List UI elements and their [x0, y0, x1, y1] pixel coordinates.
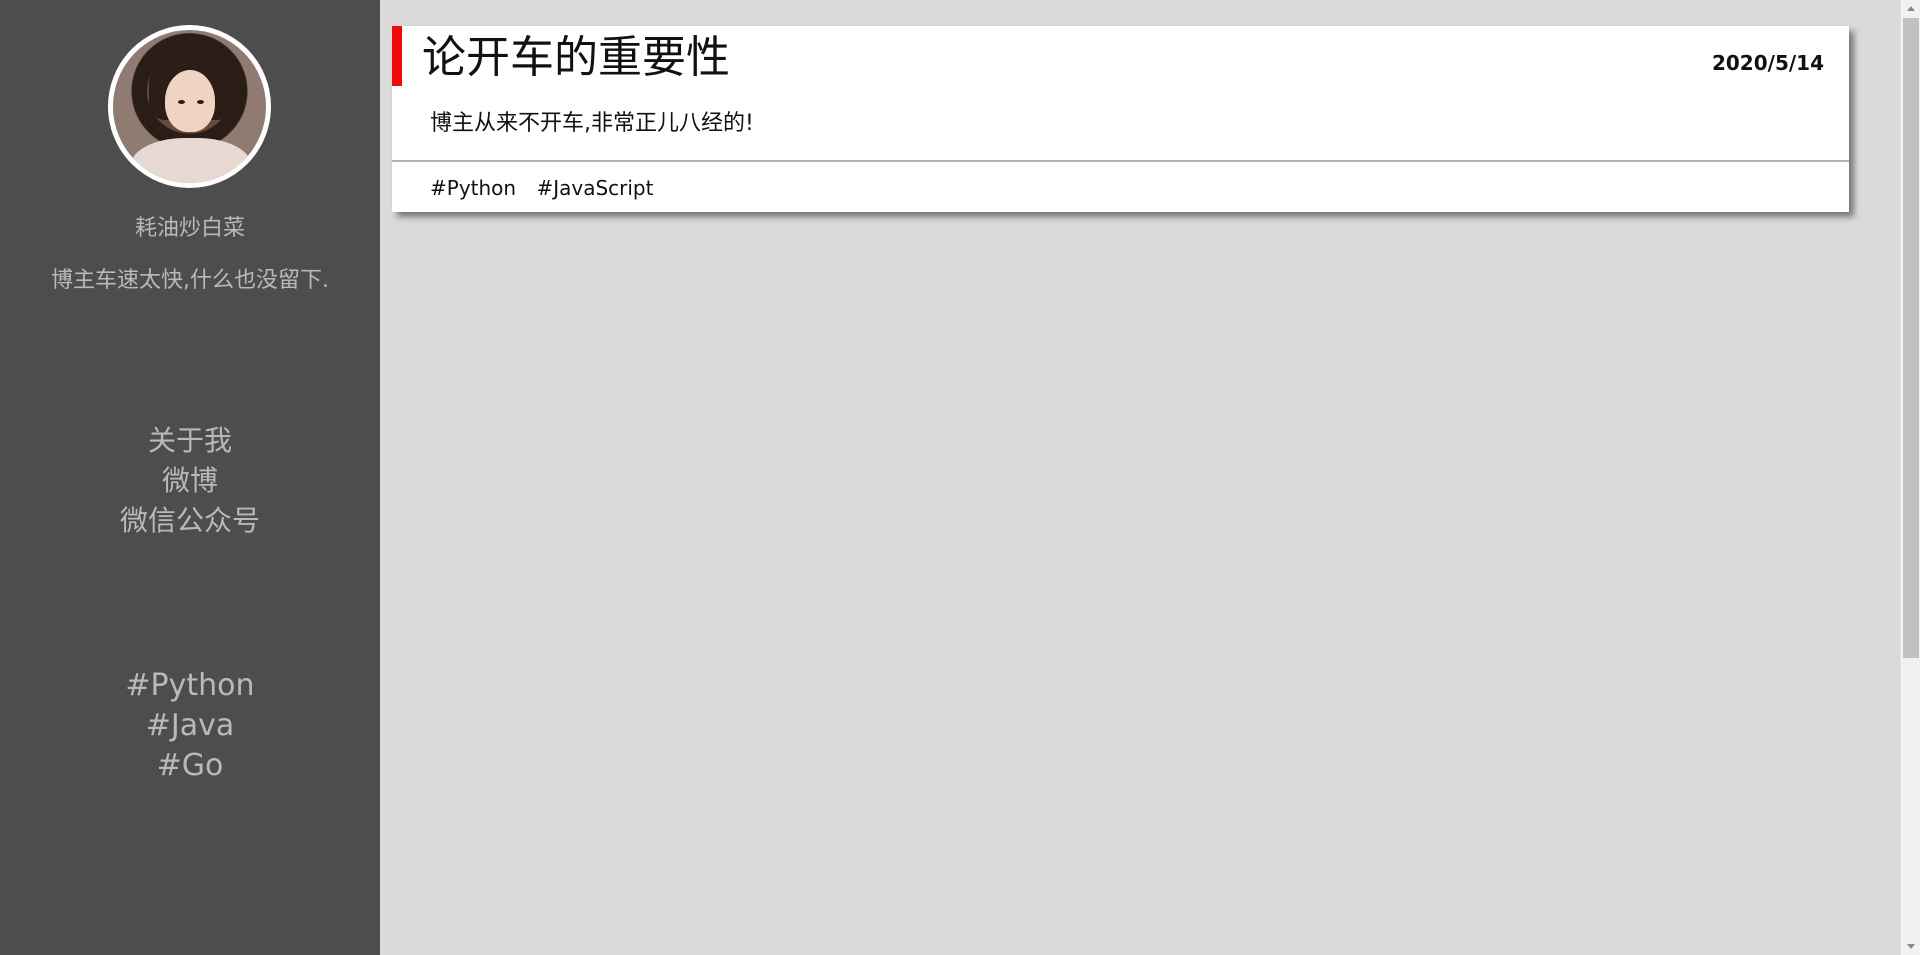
sidebar-tag-python[interactable]: #Python [0, 666, 380, 706]
sidebar: 耗油炒白菜 博主车速太快,什么也没留下. 关于我 微博 微信公众号 #Pytho… [0, 0, 380, 955]
post-tags: #Python #JavaScript [430, 174, 667, 202]
nav-item-wechat[interactable]: 微信公众号 [0, 501, 380, 541]
post-card[interactable]: 论开车的重要性 2020/5/14 博主从来不开车,非常正儿八经的! #Pyth… [392, 26, 1849, 212]
scroll-up-icon[interactable] [1907, 6, 1915, 11]
scroll-down-icon[interactable] [1907, 944, 1915, 949]
username: 耗油炒白菜 [134, 216, 245, 241]
sidebar-tags: #Python #Java #Go [0, 666, 380, 786]
nav-item-about[interactable]: 关于我 [0, 421, 380, 461]
main-content: 论开车的重要性 2020/5/14 博主从来不开车,非常正儿八经的! #Pyth… [380, 0, 1900, 955]
avatar-eye [178, 100, 185, 104]
post-date: 2020/5/14 [1711, 51, 1824, 75]
scroll-thumb[interactable] [1903, 18, 1919, 658]
avatar-eye [197, 100, 204, 104]
vertical-scrollbar[interactable] [1900, 0, 1920, 955]
post-tag-javascript[interactable]: #JavaScript [536, 176, 653, 200]
nav-item-weibo[interactable]: 微博 [0, 461, 380, 501]
post-title[interactable]: 论开车的重要性 [422, 30, 730, 86]
avatar-face [165, 70, 215, 132]
avatar[interactable] [108, 25, 271, 188]
title-accent-bar [392, 26, 402, 86]
sidebar-tag-go[interactable]: #Go [0, 746, 380, 786]
divider [392, 160, 1849, 162]
sidebar-nav: 关于我 微博 微信公众号 [0, 421, 380, 541]
avatar-body [131, 138, 251, 183]
sidebar-tag-java[interactable]: #Java [0, 706, 380, 746]
post-tag-python[interactable]: #Python [430, 176, 516, 200]
bio: 博主车速太快,什么也没留下. [51, 268, 329, 293]
post-excerpt: 博主从来不开车,非常正儿八经的! [430, 111, 754, 136]
